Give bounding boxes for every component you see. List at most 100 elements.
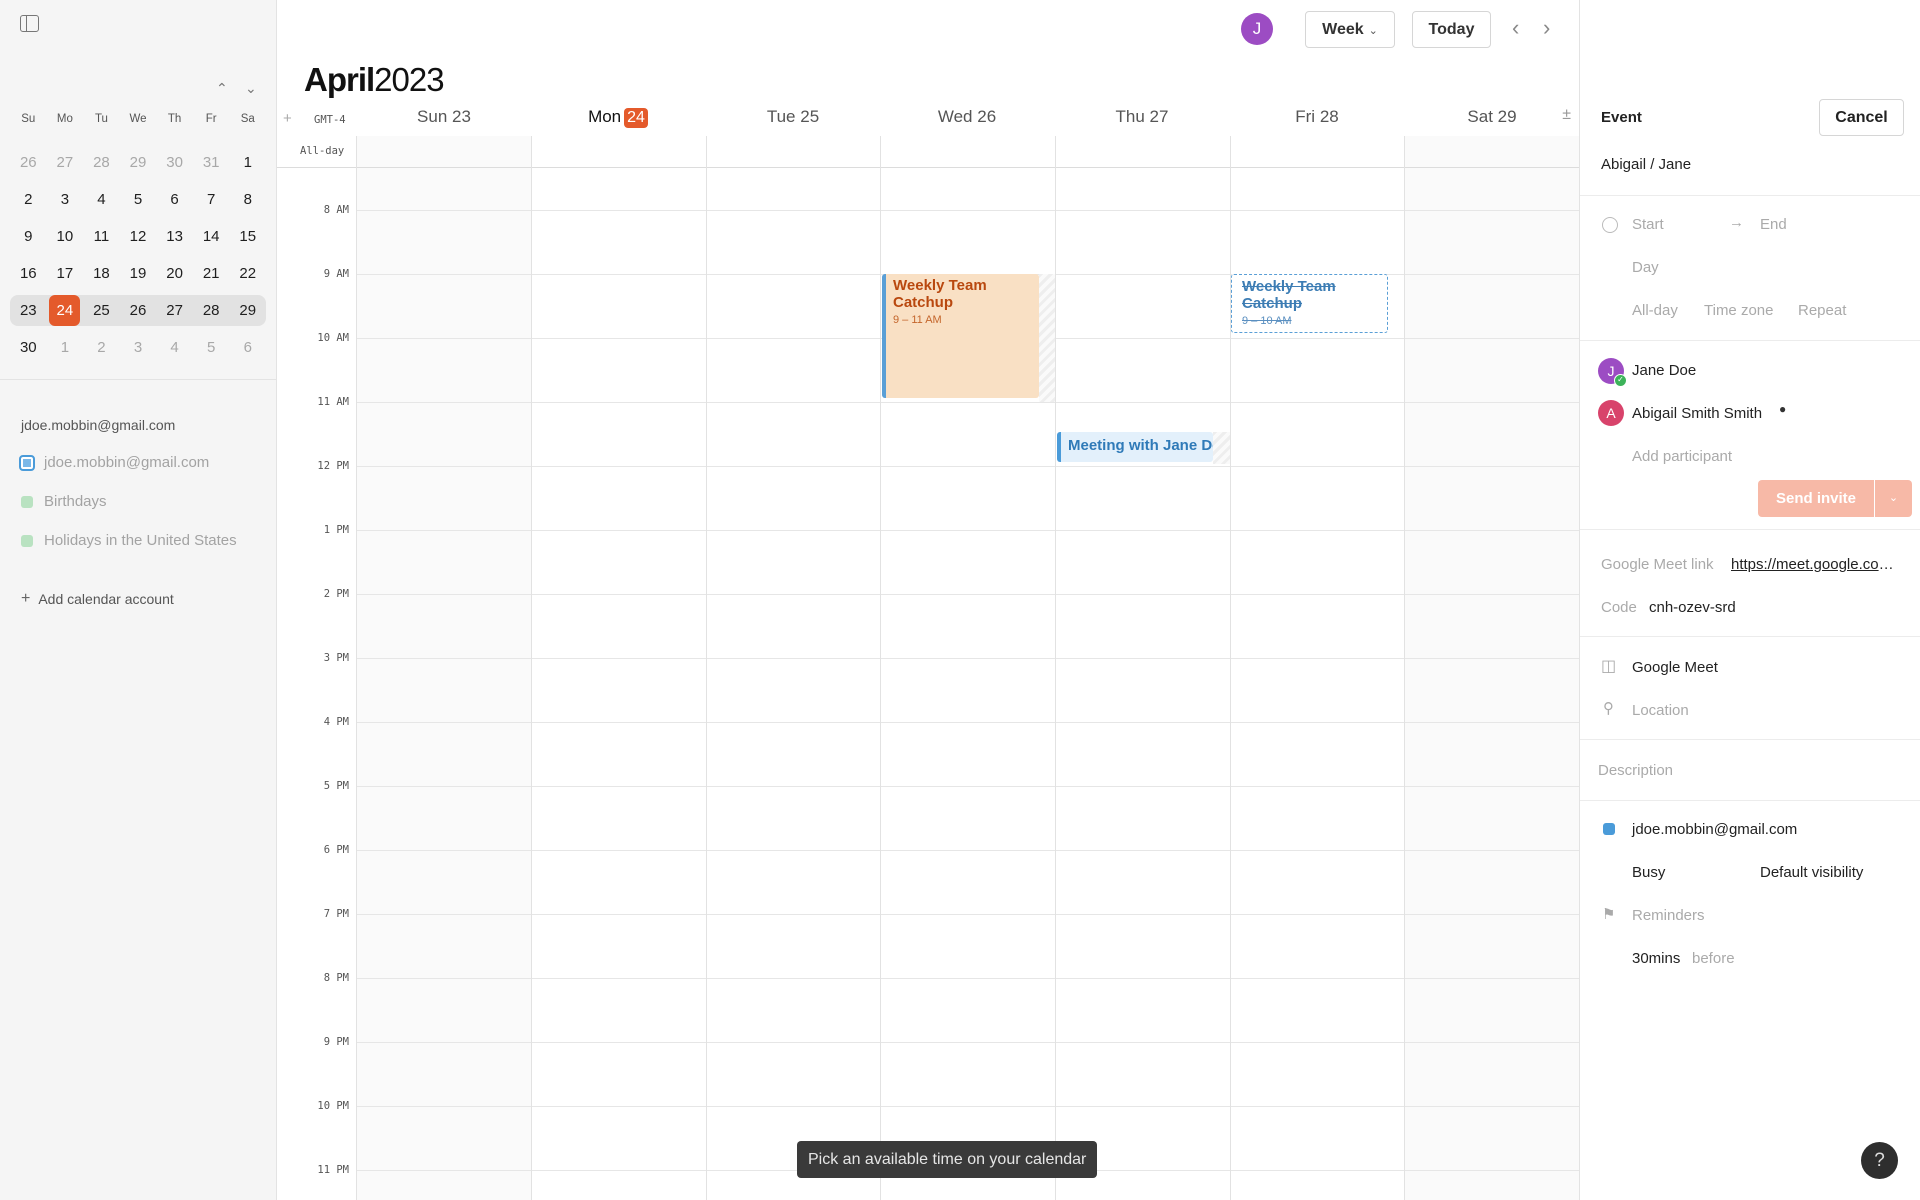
view-select-button[interactable]: Week ⌄ <box>1305 11 1395 48</box>
repeat-select[interactable]: Repeat <box>1798 302 1846 319</box>
start-input[interactable]: Start <box>1632 216 1664 233</box>
chevron-down-icon[interactable]: ⌄ <box>245 80 257 97</box>
event-weekly-team-catchup-preview[interactable]: Weekly Team Catchup 9 – 10 AM <box>1231 274 1388 333</box>
allday-toggle[interactable]: All-day <box>1632 302 1678 319</box>
end-input[interactable]: End <box>1760 216 1787 233</box>
mini-day[interactable]: 28 <box>83 147 120 178</box>
add-calendar-account-button[interactable]: + Add calendar account <box>21 590 174 608</box>
mini-day[interactable]: 18 <box>83 258 120 289</box>
description-input[interactable]: Description <box>1598 762 1673 779</box>
mini-day[interactable]: 9 <box>10 221 47 252</box>
mini-day[interactable]: 1 <box>47 332 84 363</box>
day-header-today[interactable]: Mon 24 <box>531 107 705 128</box>
mini-day[interactable]: 26 <box>10 147 47 178</box>
column-divider <box>706 136 707 1200</box>
mini-day[interactable]: 22 <box>229 258 266 289</box>
participant-avatar: J ✓ <box>1598 358 1627 387</box>
mini-day[interactable]: 5 <box>120 184 157 215</box>
sidebar-toggle-icon[interactable] <box>20 15 39 32</box>
mini-day[interactable]: 2 <box>83 332 120 363</box>
meet-link[interactable]: https://meet.google.com/cnh-ozev-srd <box>1731 556 1901 573</box>
help-button[interactable]: ? <box>1861 1142 1898 1179</box>
day-header[interactable]: Thu 27 <box>1055 107 1229 127</box>
mini-day[interactable]: 13 <box>156 221 193 252</box>
mini-day[interactable]: 23 <box>10 295 47 326</box>
day-header[interactable]: Sat 29 <box>1405 107 1579 127</box>
mini-day[interactable]: 10 <box>47 221 84 252</box>
mini-day[interactable]: 7 <box>193 184 230 215</box>
conferencing-select[interactable]: Google Meet <box>1632 659 1718 676</box>
calendar-checkbox[interactable] <box>19 454 35 471</box>
hour-label: 10 PM <box>317 1100 349 1112</box>
plus-icon[interactable]: + <box>283 110 292 127</box>
chevron-right-icon[interactable]: › <box>1543 15 1550 41</box>
day-header[interactable]: Fri 28 <box>1230 107 1404 127</box>
weekday-label: Sa <box>240 113 255 125</box>
visibility-select[interactable]: Default visibility <box>1760 864 1863 881</box>
calendar-select[interactable]: jdoe.mobbin@gmail.com <box>1632 821 1797 838</box>
today-button[interactable]: Today <box>1412 11 1491 48</box>
mini-day[interactable]: 16 <box>10 258 47 289</box>
mini-day[interactable]: 3 <box>47 184 84 215</box>
allday-row[interactable]: All-day <box>277 136 1579 168</box>
calendar-item[interactable]: Birthdays <box>19 493 107 510</box>
mini-day[interactable]: 3 <box>120 332 157 363</box>
mini-day[interactable]: 21 <box>193 258 230 289</box>
reminder-value[interactable]: 30mins <box>1632 950 1680 967</box>
event-weekly-team-catchup[interactable]: Weekly Team Catchup 9 – 11 AM <box>882 274 1039 398</box>
mini-day[interactable]: 30 <box>10 332 47 363</box>
day-header[interactable]: Sun 23 <box>357 107 531 127</box>
mini-day[interactable]: 12 <box>120 221 157 252</box>
mini-day[interactable]: 1 <box>229 147 266 178</box>
day-header-name: Sat <box>1467 107 1493 126</box>
mini-day[interactable]: 25 <box>83 295 120 326</box>
mini-day[interactable]: 17 <box>47 258 84 289</box>
mini-day[interactable]: 6 <box>229 332 266 363</box>
chevron-left-icon[interactable]: ‹ <box>1512 15 1519 41</box>
send-invite-dropdown[interactable]: ⌄ <box>1875 480 1912 517</box>
mini-day[interactable]: 4 <box>156 332 193 363</box>
event-meeting-with-jane[interactable]: Meeting with Jane Doe <box>1057 432 1213 462</box>
day-input[interactable]: Day <box>1632 259 1659 276</box>
busy-select[interactable]: Busy <box>1632 864 1665 881</box>
cancel-button[interactable]: Cancel <box>1819 99 1904 136</box>
mini-day-today[interactable]: 24 <box>47 295 84 326</box>
mini-day[interactable]: 20 <box>156 258 193 289</box>
mini-day[interactable]: 5 <box>193 332 230 363</box>
location-input[interactable]: Location <box>1632 702 1689 719</box>
mini-day[interactable]: 8 <box>229 184 266 215</box>
mini-day[interactable]: 29 <box>229 295 266 326</box>
week-grid[interactable]: + GMT-4 ± Sun 23 Mon 24 Tue 25 Wed 26 Thu… <box>277 100 1579 1200</box>
hour-label: 6 PM <box>323 844 349 856</box>
mini-day[interactable]: 15 <box>229 221 266 252</box>
participant-initial: J <box>1607 363 1615 379</box>
event-title-input[interactable]: Abigail / Jane <box>1601 156 1691 173</box>
day-header[interactable]: Wed 26 <box>880 107 1054 127</box>
view-select-label: Week <box>1322 21 1364 38</box>
mini-day[interactable]: 28 <box>193 295 230 326</box>
mini-day[interactable]: 27 <box>47 147 84 178</box>
mini-day[interactable]: 30 <box>156 147 193 178</box>
hour-label: 10 AM <box>317 332 349 344</box>
calendar-checkbox[interactable] <box>21 534 33 547</box>
calendar-checkbox[interactable] <box>21 495 33 508</box>
mini-day[interactable]: 14 <box>193 221 230 252</box>
mini-day[interactable]: 11 <box>83 221 120 252</box>
calendar-item[interactable]: Holidays in the United States <box>19 532 237 549</box>
mini-day[interactable]: 29 <box>120 147 157 178</box>
mini-day[interactable]: 19 <box>120 258 157 289</box>
send-invite-button[interactable]: Send invite <box>1758 480 1874 517</box>
mini-day[interactable]: 6 <box>156 184 193 215</box>
mini-day[interactable]: 26 <box>120 295 157 326</box>
user-avatar[interactable]: J <box>1241 13 1273 45</box>
mini-day[interactable]: 31 <box>193 147 230 178</box>
mini-day[interactable]: 2 <box>10 184 47 215</box>
mini-day[interactable]: 27 <box>156 295 193 326</box>
calendar-item[interactable]: jdoe.mobbin@gmail.com <box>19 454 209 471</box>
mini-day[interactable]: 4 <box>83 184 120 215</box>
chevron-up-icon[interactable]: ⌃ <box>216 80 228 97</box>
add-calendar-account-label: Add calendar account <box>38 591 174 607</box>
add-participant-input[interactable]: Add participant <box>1632 448 1732 465</box>
day-header[interactable]: Tue 25 <box>706 107 880 127</box>
timezone-select[interactable]: Time zone <box>1704 302 1773 319</box>
